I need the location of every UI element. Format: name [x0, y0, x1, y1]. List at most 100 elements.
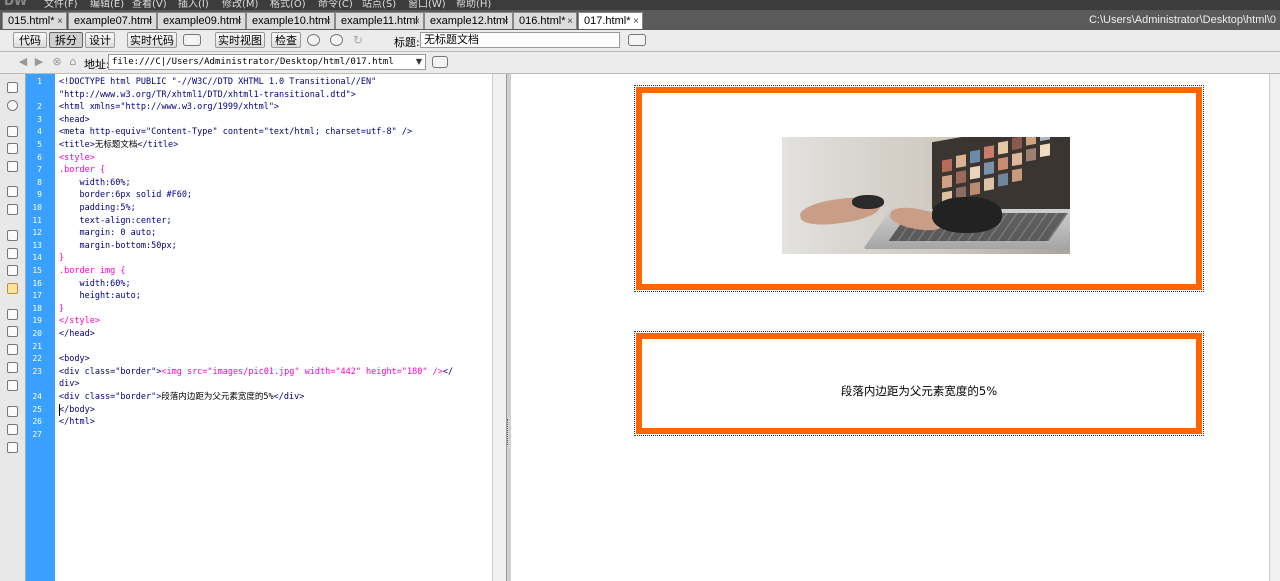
code-line[interactable]: text-align:center; — [59, 215, 171, 227]
code-line[interactable]: <div class="border"><img src="images/pic… — [59, 366, 453, 378]
code-line[interactable]: } — [59, 303, 64, 315]
divider-grip[interactable] — [507, 419, 510, 445]
chevron-down-icon[interactable]: ▼ — [414, 55, 424, 69]
code-line[interactable]: <html xmlns="http://www.w3.org/1999/xhtm… — [59, 101, 279, 113]
stop-icon[interactable]: ⊗ — [51, 56, 63, 68]
title-input[interactable]: 无标题文档 — [420, 32, 620, 48]
document-tab[interactable]: example10.html × — [246, 12, 335, 29]
collapse-selection-icon[interactable] — [7, 143, 18, 154]
close-icon[interactable]: × — [567, 13, 573, 30]
laptop-photo[interactable] — [782, 137, 1070, 254]
document-tab[interactable]: example09.html × — [157, 12, 246, 29]
recent-snippets-icon[interactable] — [7, 362, 18, 373]
design-scrollbar[interactable] — [1269, 74, 1280, 581]
code-line[interactable]: <!DOCTYPE html PUBLIC "-//W3C//DTD XHTML… — [59, 76, 376, 88]
check-compatibility-icon[interactable] — [183, 34, 201, 46]
menu-item[interactable]: 站点(S) — [362, 0, 396, 10]
syntax-coloring-icon[interactable] — [7, 265, 18, 276]
word-wrap-icon[interactable] — [7, 283, 18, 294]
code-line[interactable]: height:auto; — [59, 290, 140, 302]
document-tab[interactable]: 017.html* × — [578, 12, 643, 29]
code-line[interactable]: <title>无标题文档</title> — [59, 139, 178, 151]
menu-item[interactable]: 文件(F) — [44, 0, 78, 10]
menu-item[interactable]: 插入(I) — [178, 0, 209, 10]
collapse-tag-icon[interactable] — [7, 126, 18, 137]
code-line[interactable]: margin-bottom:50px; — [59, 240, 176, 252]
code-line[interactable]: padding:5%; — [59, 202, 135, 214]
outdent-code-icon[interactable] — [7, 424, 18, 435]
split-view-button[interactable]: 拆分 — [49, 32, 83, 48]
refresh-design-icon[interactable] — [330, 34, 343, 46]
code-line[interactable]: <meta http-equiv="Content-Type" content=… — [59, 126, 412, 138]
menu-item[interactable]: 窗口(W) — [408, 0, 446, 10]
document-tab[interactable]: 015.html* × — [2, 12, 67, 29]
design-view-button[interactable]: 设计 — [85, 32, 115, 48]
code-line[interactable]: <div class="border">段落内边距为父元素宽度的5%</div> — [59, 391, 304, 403]
remove-comment-icon[interactable] — [7, 326, 18, 337]
live-code-button[interactable]: 实时代码 — [127, 32, 177, 48]
menu-item[interactable]: 格式(O) — [270, 0, 306, 10]
design-view[interactable]: 段落内边距为父元素宽度的5% — [511, 74, 1269, 581]
menu-item[interactable]: 帮助(H) — [456, 0, 491, 10]
menu-item[interactable]: 编辑(E) — [90, 0, 124, 10]
line-numbers-icon[interactable] — [7, 230, 18, 241]
code-line[interactable]: <head> — [59, 114, 90, 126]
refresh-icon[interactable]: ↻ — [353, 34, 366, 46]
address-input[interactable]: file:///C|/Users/Administrator/Desktop/h… — [108, 54, 426, 70]
code-view-button[interactable]: 代码 — [13, 32, 47, 48]
code-line[interactable]: div> — [59, 378, 79, 390]
code-line[interactable]: width:60%; — [59, 278, 130, 290]
code-line[interactable]: margin: 0 auto; — [59, 227, 156, 239]
close-icon[interactable]: × — [147, 13, 153, 30]
code-scrollbar[interactable] — [492, 74, 507, 581]
menu-item[interactable]: 命令(C) — [318, 0, 353, 10]
menu-item[interactable]: 查看(V) — [132, 0, 167, 10]
home-icon[interactable]: ⌂ — [67, 56, 79, 68]
document-tab-bar: 015.html* × example07.html × example09.html ×… — [0, 10, 1280, 31]
code-line[interactable]: </html> — [59, 416, 95, 428]
code-editor[interactable]: <!DOCTYPE html PUBLIC "-//W3C//DTD XHTML… — [55, 74, 492, 581]
document-tab[interactable]: example11.html × — [335, 12, 424, 29]
inspect-button[interactable]: 检查 — [271, 32, 301, 48]
document-tab[interactable]: 016.html* × — [513, 12, 577, 29]
move-css-icon[interactable] — [7, 380, 18, 391]
highlight-invalid-code-icon[interactable] — [7, 248, 18, 259]
expand-all-icon[interactable] — [7, 161, 18, 172]
code-line[interactable]: } — [59, 252, 64, 264]
code-line[interactable]: border:6px solid #F60; — [59, 189, 192, 201]
open-documents-icon[interactable] — [7, 82, 18, 93]
preview-browser-icon[interactable] — [307, 34, 320, 46]
balance-braces-icon[interactable] — [7, 204, 18, 215]
indent-code-icon[interactable] — [7, 406, 18, 417]
select-parent-tag-icon[interactable] — [7, 186, 18, 197]
show-code-navigator-icon[interactable] — [7, 100, 18, 111]
close-icon[interactable]: × — [503, 13, 509, 30]
code-line[interactable]: .border img { — [59, 265, 126, 277]
apply-comment-icon[interactable] — [7, 309, 18, 320]
close-icon[interactable]: × — [57, 13, 63, 30]
code-line[interactable]: <style> — [59, 152, 95, 164]
menu-item[interactable]: 修改(M) — [222, 0, 258, 10]
code-line[interactable]: .border { — [59, 164, 105, 176]
format-source-code-icon[interactable] — [7, 442, 18, 453]
file-management-icon[interactable] — [628, 34, 646, 46]
close-icon[interactable]: × — [633, 13, 639, 30]
code-line[interactable]: <body> — [59, 353, 90, 365]
close-icon[interactable]: × — [236, 13, 242, 30]
document-tab[interactable]: example12.html × — [424, 12, 513, 29]
back-icon[interactable]: ◀ — [17, 56, 29, 68]
border-div-image[interactable] — [634, 85, 1204, 292]
wrap-tag-icon[interactable] — [7, 344, 18, 355]
forward-icon[interactable]: ▶ — [33, 56, 45, 68]
code-line[interactable]: width:60%; — [59, 177, 130, 189]
code-line[interactable]: </style> — [59, 315, 100, 327]
close-icon[interactable]: × — [325, 13, 331, 30]
view-options-icon[interactable] — [432, 56, 448, 68]
code-line[interactable]: </head> — [59, 328, 95, 340]
close-icon[interactable]: × — [414, 13, 420, 30]
border-div-text[interactable]: 段落内边距为父元素宽度的5% — [634, 331, 1204, 436]
live-view-button[interactable]: 实时视图 — [215, 32, 265, 48]
code-line[interactable]: "http://www.w3.org/TR/xhtml1/DTD/xhtml1-… — [59, 89, 356, 101]
code-line[interactable]: </body> — [59, 404, 95, 416]
document-tab[interactable]: example07.html × — [68, 12, 157, 29]
